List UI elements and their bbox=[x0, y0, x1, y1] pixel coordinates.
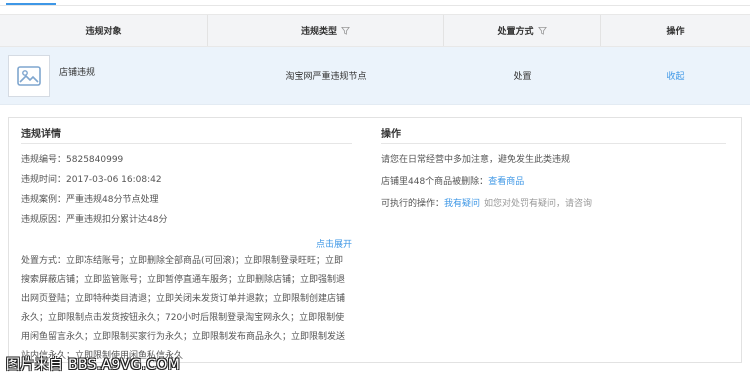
field-value: 2017-03-06 16:08:42 bbox=[66, 175, 162, 185]
cell-type: 淘宝网严重违规节点 bbox=[208, 47, 444, 104]
field-value: 严重违规48分节点处理 bbox=[66, 195, 159, 205]
active-tab-indicator[interactable] bbox=[6, 0, 56, 5]
image-placeholder-icon bbox=[8, 54, 50, 97]
detail-panel: 违规详情 违规编号：5825840999 违规时间：2017-03-06 16:… bbox=[8, 117, 742, 363]
operations-title: 操作 bbox=[381, 126, 726, 144]
field-id: 违规编号：5825840999 bbox=[21, 155, 352, 166]
watermark-text: 图片来自 BBS.A9VG.COM bbox=[6, 357, 181, 373]
header-object-label: 违规对象 bbox=[85, 27, 122, 37]
deleted-goods-text: 店铺里448个商品被删除： bbox=[381, 177, 489, 187]
field-case: 违规案例：严重违规48分节点处理 bbox=[21, 195, 352, 206]
violation-details: 违规详情 违规编号：5825840999 违规时间：2017-03-06 16:… bbox=[21, 126, 352, 366]
field-time: 违规时间：2017-03-06 16:08:42 bbox=[21, 175, 352, 186]
executable-label: 可执行的操作： bbox=[381, 199, 445, 209]
details-title: 违规详情 bbox=[21, 126, 352, 144]
field-value: 严重违规扣分累计达48分 bbox=[66, 215, 168, 225]
header-action: 操作 bbox=[601, 15, 750, 46]
table-row: 店铺违规 淘宝网严重违规节点 处置 收起 bbox=[0, 47, 750, 105]
operations-panel: 操作 请您在日常经营中多加注意，避免发生此类违规 店铺里448个商品被删除：查看… bbox=[381, 126, 726, 210]
executable-ops-line: 可执行的操作：我有疑问 如您对处罚有疑问，请咨询 bbox=[381, 199, 726, 210]
violation-type: 淘宝网严重违规节点 bbox=[285, 72, 367, 82]
header-object: 违规对象 bbox=[0, 15, 208, 46]
table-header: 违规对象 违规类型 处置方式 操作 bbox=[0, 14, 750, 47]
header-action-label: 操作 bbox=[666, 27, 685, 37]
picture-icon bbox=[17, 65, 41, 86]
top-tab-bar bbox=[0, 0, 750, 6]
cell-object: 店铺违规 bbox=[0, 47, 208, 104]
header-type-label: 违规类型 bbox=[300, 27, 337, 37]
notice-text: 请您在日常经营中多加注意，避免发生此类违规 bbox=[381, 155, 571, 165]
field-value: 5825840999 bbox=[66, 155, 124, 165]
collapse-link[interactable]: 收起 bbox=[666, 69, 684, 82]
question-hint: 如您对处罚有疑问，请咨询 bbox=[484, 199, 593, 209]
deleted-goods-line: 店铺里448个商品被删除：查看商品 bbox=[381, 177, 726, 188]
header-method-label: 处置方式 bbox=[497, 27, 534, 37]
field-label: 违规原因： bbox=[21, 215, 67, 225]
measures-text: 立即冻结账号；立即删除全部商品(可回滚)；立即限制登录旺旺；立即搜索屏蔽店铺；立… bbox=[21, 256, 346, 361]
disposal-measures: 处置方式：立即冻结账号；立即删除全部商品(可回滚)；立即限制登录旺旺；立即搜索屏… bbox=[21, 252, 352, 366]
disposal-method: 处置 bbox=[513, 72, 532, 82]
cell-action: 收起 bbox=[601, 47, 750, 104]
field-label: 违规时间： bbox=[21, 175, 67, 185]
field-reason: 违规原因：严重违规扣分累计达48分 bbox=[21, 215, 352, 226]
view-goods-link[interactable]: 查看商品 bbox=[488, 177, 524, 187]
question-link[interactable]: 我有疑问 bbox=[444, 199, 480, 209]
field-label: 违规编号： bbox=[21, 155, 67, 165]
filter-icon[interactable] bbox=[341, 26, 350, 35]
object-name: 店铺违规 bbox=[59, 67, 96, 78]
violations-table: 违规对象 违规类型 处置方式 操作 店铺违规 淘宝网严重违规节点 处置 收起 bbox=[0, 14, 750, 105]
filter-icon[interactable] bbox=[537, 26, 547, 35]
cell-method: 处置 bbox=[444, 47, 601, 104]
header-method[interactable]: 处置方式 bbox=[444, 15, 601, 46]
header-type[interactable]: 违规类型 bbox=[208, 15, 444, 46]
field-label: 违规案例： bbox=[21, 195, 67, 205]
expand-link[interactable]: 点击展开 bbox=[21, 237, 352, 250]
measures-label: 处置方式： bbox=[21, 256, 67, 266]
